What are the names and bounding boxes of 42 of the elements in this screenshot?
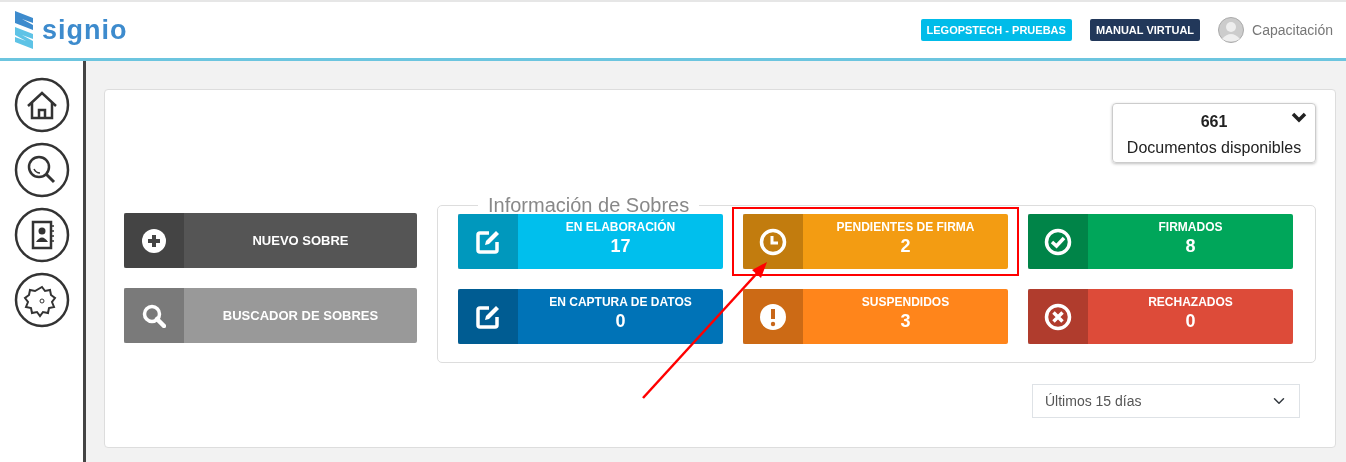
logo-text: signio [42, 13, 128, 47]
chevron-down-icon [1291, 112, 1307, 124]
status-label: SUSPENDIDOS [860, 295, 951, 310]
status-tile[interactable]: EN ELABORACIÓN 17 [458, 214, 723, 269]
period-select[interactable]: Últimos 15 días [1032, 384, 1300, 418]
header-badge[interactable]: LEGOPSTECH - PRUEBAS [920, 18, 1072, 42]
envelope-search-button[interactable]: BUSCADOR DE SOBRES [124, 288, 417, 343]
status-count: 0 [614, 310, 627, 332]
new-envelope-button[interactable]: NUEVO SOBRE [124, 213, 417, 268]
status-label: EN CAPTURA DE DATOS [548, 295, 693, 310]
status-count: 17 [609, 235, 632, 257]
status-label: EN ELABORACIÓN [564, 220, 677, 235]
status-tile[interactable]: SUSPENDIDOS 3 [743, 289, 1008, 344]
exclamation-icon [759, 302, 787, 331]
document-count: 661 [1199, 112, 1229, 132]
documents-dropdown[interactable]: 661 Documentos disponibles [1112, 103, 1316, 163]
search-icon [142, 303, 166, 328]
status-count: 8 [1184, 235, 1197, 257]
plus-icon [142, 228, 166, 253]
status-tile[interactable]: PENDIENTES DE FIRMA 2 [743, 214, 1008, 269]
clock-icon [759, 227, 787, 256]
logo-icon [14, 10, 34, 50]
status-label: FIRMADOS [1157, 220, 1224, 235]
settings-icon[interactable] [13, 272, 70, 328]
status-tile[interactable]: RECHAZADOS 0 [1028, 289, 1293, 344]
status-tile[interactable]: EN CAPTURA DE DATOS 0 [458, 289, 723, 344]
status-count: 3 [899, 310, 912, 332]
status-label: PENDIENTES DE FIRMA [835, 220, 976, 235]
user-name[interactable]: Capacitación [1252, 19, 1333, 41]
status-count: 2 [899, 235, 912, 257]
section-title: Información de Sobres [487, 193, 691, 217]
status-count: 0 [1184, 310, 1197, 332]
status-label: RECHAZADOS [1147, 295, 1234, 310]
check-circle-icon [1044, 227, 1072, 256]
search-icon[interactable] [13, 142, 70, 198]
document-label: Documentos disponibles [1125, 138, 1303, 158]
contact-book-icon[interactable] [13, 207, 70, 263]
home-icon[interactable] [13, 77, 70, 133]
header-badge[interactable]: MANUAL VIRTUAL [1089, 18, 1201, 42]
avatar-icon [1218, 17, 1245, 43]
status-tile[interactable]: FIRMADOS 8 [1028, 214, 1293, 269]
cross-circle-icon [1044, 302, 1072, 331]
